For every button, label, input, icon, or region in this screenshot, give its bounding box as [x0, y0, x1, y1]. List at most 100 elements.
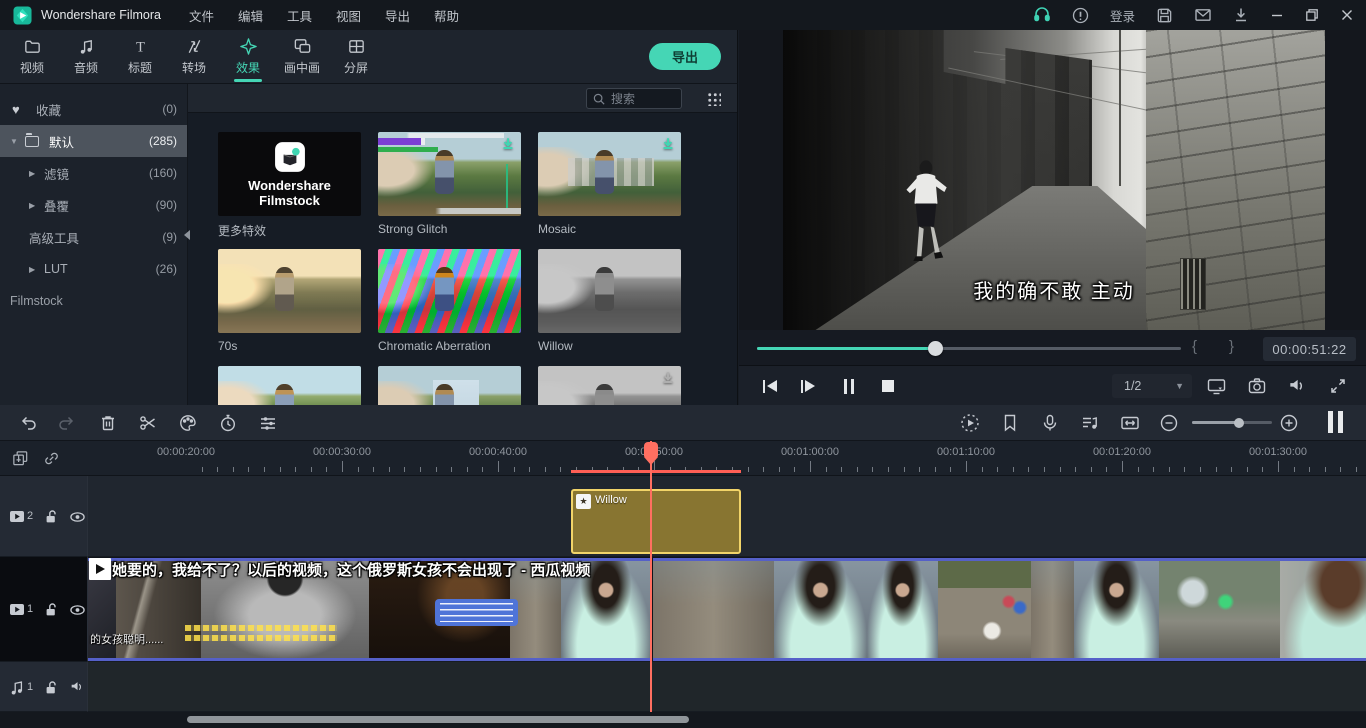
chevron-right-icon[interactable] [29, 265, 44, 274]
menu-bar: 文件 编辑 工具 视图 导出 帮助 [189, 6, 459, 25]
close-icon[interactable] [1340, 8, 1354, 22]
sidebar-item-favorites[interactable]: 收藏 (0) [0, 93, 187, 125]
effect-card[interactable]: Wondershare Filmstock 更多特效 [218, 132, 361, 237]
seek-knob[interactable] [928, 341, 943, 356]
track-lane-video1[interactable]: 她要的，我给不了？以后的视频，这个俄罗斯女孩不会出现了 - 西瓜视频 的女孩聪明… [88, 557, 1366, 662]
sidebar-item-filmstock[interactable]: Filmstock [0, 294, 187, 308]
minimize-icon[interactable] [1270, 8, 1284, 22]
restore-icon[interactable] [1305, 8, 1319, 22]
mark-out-button[interactable]: } [1229, 338, 1234, 355]
audio-mixer-icon[interactable] [1080, 413, 1100, 433]
effect-thumbnail [218, 366, 361, 405]
zoom-out-icon[interactable] [1159, 413, 1179, 433]
chevron-right-icon[interactable] [29, 201, 44, 210]
preview-quality-select[interactable]: 1/2 ▼ [1112, 374, 1192, 398]
record-voiceover-icon[interactable] [1040, 413, 1060, 433]
export-button[interactable]: 导出 [649, 43, 721, 70]
adjust-sliders-icon[interactable] [258, 413, 278, 433]
speaker-icon[interactable] [69, 679, 85, 695]
quality-value: 1/2 [1124, 379, 1175, 393]
headset-support-icon[interactable] [1033, 6, 1051, 24]
marker-icon[interactable] [1000, 413, 1020, 433]
menu-item[interactable]: 文件 [189, 6, 214, 25]
overlay-clip-willow[interactable]: ★ Willow [571, 489, 741, 554]
zoom-in-icon[interactable] [1279, 413, 1299, 433]
tab-audio[interactable]: 音频 [64, 30, 108, 84]
tab-pip[interactable]: 画中画 [280, 30, 324, 84]
sidebar-item-overlays[interactable]: 叠覆 (90) [0, 189, 187, 221]
fullscreen-icon[interactable] [1328, 376, 1348, 396]
menu-item[interactable]: 视图 [336, 6, 361, 25]
effect-card[interactable]: Willow [538, 249, 681, 354]
track-number: 1 [27, 603, 33, 615]
effect-card[interactable]: 70s [218, 249, 361, 354]
previous-frame-button[interactable] [758, 374, 782, 398]
grid-view-icon[interactable] [706, 91, 721, 106]
link-icon[interactable] [42, 449, 61, 468]
timeline-zoom-slider[interactable] [1192, 421, 1272, 424]
tab-split-screen[interactable]: 分屏 [334, 30, 378, 84]
chevron-right-icon[interactable] [29, 169, 44, 178]
color-palette-icon[interactable] [178, 413, 198, 433]
lock-icon[interactable] [43, 679, 59, 695]
effect-card[interactable] [378, 366, 521, 405]
menu-item[interactable]: 编辑 [238, 6, 263, 25]
info-icon[interactable] [1072, 7, 1089, 24]
search-box[interactable] [586, 88, 682, 109]
split-scissors-icon[interactable] [138, 413, 158, 433]
pause-button[interactable] [837, 374, 861, 398]
zoom-slider-knob[interactable] [1234, 418, 1244, 428]
lock-icon[interactable] [43, 601, 59, 617]
effect-card[interactable]: Mosaic [538, 132, 681, 237]
tab-transitions[interactable]: 转场 [172, 30, 216, 84]
timeline-ruler[interactable]: 00:00:20:0000:00:30:0000:00:40:0000:00:5… [0, 441, 1366, 476]
stop-button[interactable] [876, 374, 900, 398]
undo-icon[interactable] [19, 413, 39, 433]
redo-icon[interactable] [56, 413, 76, 433]
effect-card[interactable] [218, 366, 361, 405]
sidebar-item-lut[interactable]: LUT (26) [0, 253, 187, 285]
playhead-handle[interactable] [644, 442, 658, 457]
track-lane-video2[interactable]: ★ Willow [88, 476, 1366, 557]
effect-name: 更多特效 [218, 222, 361, 237]
sidebar-item-advanced-tools[interactable]: 高级工具 (9) [0, 221, 187, 253]
fit-timeline-icon[interactable] [1120, 413, 1140, 433]
effect-card[interactable] [538, 366, 681, 405]
playhead-line[interactable] [650, 441, 652, 712]
sidebar-item-filters[interactable]: 滤镜 (160) [0, 157, 187, 189]
delete-icon[interactable] [98, 413, 118, 433]
menu-item[interactable]: 帮助 [434, 6, 459, 25]
volume-icon[interactable] [1287, 376, 1307, 396]
snapshot-camera-icon[interactable] [1247, 376, 1267, 396]
eye-icon[interactable] [69, 508, 86, 525]
download-icon[interactable] [1233, 7, 1249, 23]
effect-card[interactable]: Chromatic Aberration [378, 249, 521, 354]
sidebar-item-default[interactable]: 默认 (285) [0, 125, 187, 157]
mark-in-button[interactable]: { [1192, 338, 1197, 355]
play-next-frame-button[interactable] [796, 374, 820, 398]
save-icon[interactable] [1156, 7, 1173, 24]
copy-icon[interactable] [11, 449, 30, 468]
effect-overlay [218, 249, 361, 333]
render-preview-icon[interactable] [960, 413, 980, 433]
menu-item[interactable]: 导出 [385, 6, 410, 25]
sidebar-item-label: 叠覆 [44, 196, 69, 215]
search-input[interactable] [609, 91, 675, 107]
menu-item[interactable]: 工具 [287, 6, 312, 25]
tab-titles[interactable]: T 标题 [118, 30, 162, 84]
track-lane-audio1[interactable] [88, 662, 1366, 712]
login-button[interactable]: 登录 [1110, 6, 1135, 25]
lock-icon[interactable] [43, 508, 59, 524]
tab-effects[interactable]: 效果 [226, 30, 270, 84]
eye-icon[interactable] [69, 601, 86, 618]
chevron-down-icon[interactable] [10, 137, 25, 146]
seek-slider[interactable] [757, 347, 1181, 350]
level-meter-icon[interactable] [1328, 411, 1343, 433]
tab-video[interactable]: 视频 [10, 30, 54, 84]
mail-icon[interactable] [1194, 6, 1212, 24]
effect-card[interactable]: Strong Glitch [378, 132, 521, 237]
secondary-display-icon[interactable] [1206, 376, 1227, 396]
speed-timer-icon[interactable] [218, 413, 238, 433]
hscroll-thumb[interactable] [187, 716, 689, 723]
video-clip-right[interactable] [653, 558, 1366, 661]
